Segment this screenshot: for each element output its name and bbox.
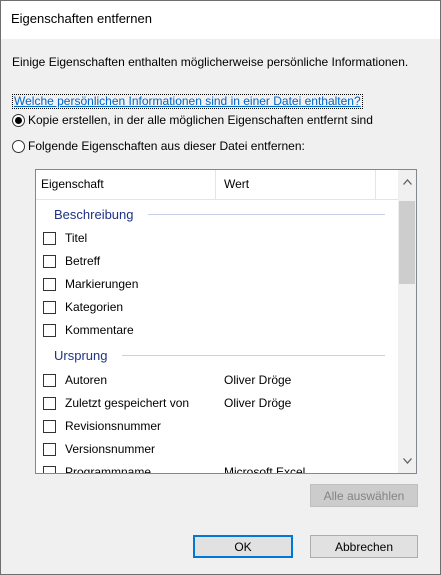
list-item[interactable]: Programmname Microsoft Excel bbox=[43, 462, 305, 474]
header-divider bbox=[36, 199, 398, 200]
group-divider bbox=[148, 214, 385, 215]
chevron-up-icon bbox=[402, 179, 412, 185]
list-item[interactable]: Revisionsnummer bbox=[43, 416, 161, 436]
list-item[interactable]: Betreff bbox=[43, 251, 100, 271]
item-label: Versionsnummer bbox=[65, 442, 156, 456]
item-label: Zuletzt gespeichert von bbox=[65, 396, 190, 410]
chevron-down-icon bbox=[402, 458, 412, 464]
group-name: Beschreibung bbox=[54, 206, 134, 222]
group-name: Ursprung bbox=[54, 347, 108, 363]
item-value: Oliver Dröge bbox=[224, 373, 292, 387]
dialog-window: Eigenschaften entfernen Einige Eigenscha… bbox=[0, 0, 441, 575]
item-label: Autoren bbox=[65, 373, 108, 387]
checkbox[interactable] bbox=[43, 442, 56, 456]
checkbox[interactable] bbox=[43, 323, 56, 337]
list-item[interactable]: Autoren Oliver Dröge bbox=[43, 370, 291, 390]
checkbox[interactable] bbox=[43, 300, 56, 314]
window-title: Eigenschaften entfernen bbox=[11, 11, 152, 26]
checkbox[interactable] bbox=[43, 277, 56, 291]
list-item[interactable]: Kommentare bbox=[43, 320, 134, 340]
ok-button[interactable]: OK bbox=[193, 535, 293, 558]
select-all-button[interactable]: Alle auswählen bbox=[310, 484, 418, 507]
cancel-button[interactable]: Abbrechen bbox=[310, 535, 418, 558]
radio-remove[interactable] bbox=[12, 139, 25, 153]
item-label: Kommentare bbox=[65, 323, 134, 337]
item-value: Microsoft Excel bbox=[224, 465, 306, 474]
group-header-ursprung: Ursprung bbox=[54, 347, 107, 363]
checkbox[interactable] bbox=[43, 465, 56, 473]
column-header-value[interactable]: Wert bbox=[216, 170, 376, 199]
item-label: Markierungen bbox=[65, 277, 139, 291]
scroll-up-button[interactable] bbox=[398, 172, 416, 192]
list-item[interactable]: Markierungen bbox=[43, 274, 138, 294]
checkbox[interactable] bbox=[43, 231, 56, 245]
column-header-property[interactable]: Eigenschaft bbox=[36, 170, 216, 199]
vertical-scrollbar[interactable] bbox=[398, 170, 416, 473]
item-label: Revisionsnummer bbox=[65, 419, 162, 433]
list-item[interactable]: Titel bbox=[43, 228, 87, 248]
scroll-down-button[interactable] bbox=[398, 451, 416, 471]
radio-copy[interactable] bbox=[12, 113, 25, 127]
option-remove[interactable]: Folgende Eigenschaften aus dieser Datei … bbox=[12, 139, 305, 153]
checkbox[interactable] bbox=[43, 396, 56, 410]
scroll-thumb[interactable] bbox=[399, 201, 415, 284]
group-divider bbox=[122, 355, 385, 356]
item-label: Titel bbox=[65, 231, 88, 245]
item-label: Betreff bbox=[65, 254, 101, 268]
item-value: Oliver Dröge bbox=[224, 396, 292, 410]
option-copy[interactable]: Kopie erstellen, in der alle möglichen E… bbox=[12, 113, 373, 127]
checkbox[interactable] bbox=[43, 419, 56, 433]
title-bar: Eigenschaften entfernen bbox=[1, 1, 440, 39]
option-remove-label: Folgende Eigenschaften aus dieser Datei … bbox=[28, 139, 305, 153]
option-copy-label: Kopie erstellen, in der alle möglichen E… bbox=[28, 113, 373, 127]
list-item[interactable]: Versionsnummer bbox=[43, 439, 155, 459]
list-item[interactable]: Zuletzt gespeichert von Oliver Dröge bbox=[43, 393, 291, 413]
checkbox[interactable] bbox=[43, 254, 56, 268]
info-link[interactable]: Welche persönlichen Informationen sind i… bbox=[12, 94, 363, 109]
property-list[interactable]: Eigenschaft Wert Beschreibung Titel Betr… bbox=[35, 169, 417, 474]
group-header-beschreibung: Beschreibung bbox=[54, 206, 134, 222]
checkbox[interactable] bbox=[43, 373, 56, 387]
intro-text: Einige Eigenschaften enthalten möglicher… bbox=[12, 55, 409, 69]
item-label: Kategorien bbox=[65, 300, 124, 314]
item-label: Programmname bbox=[65, 465, 152, 474]
list-item[interactable]: Kategorien bbox=[43, 297, 123, 317]
